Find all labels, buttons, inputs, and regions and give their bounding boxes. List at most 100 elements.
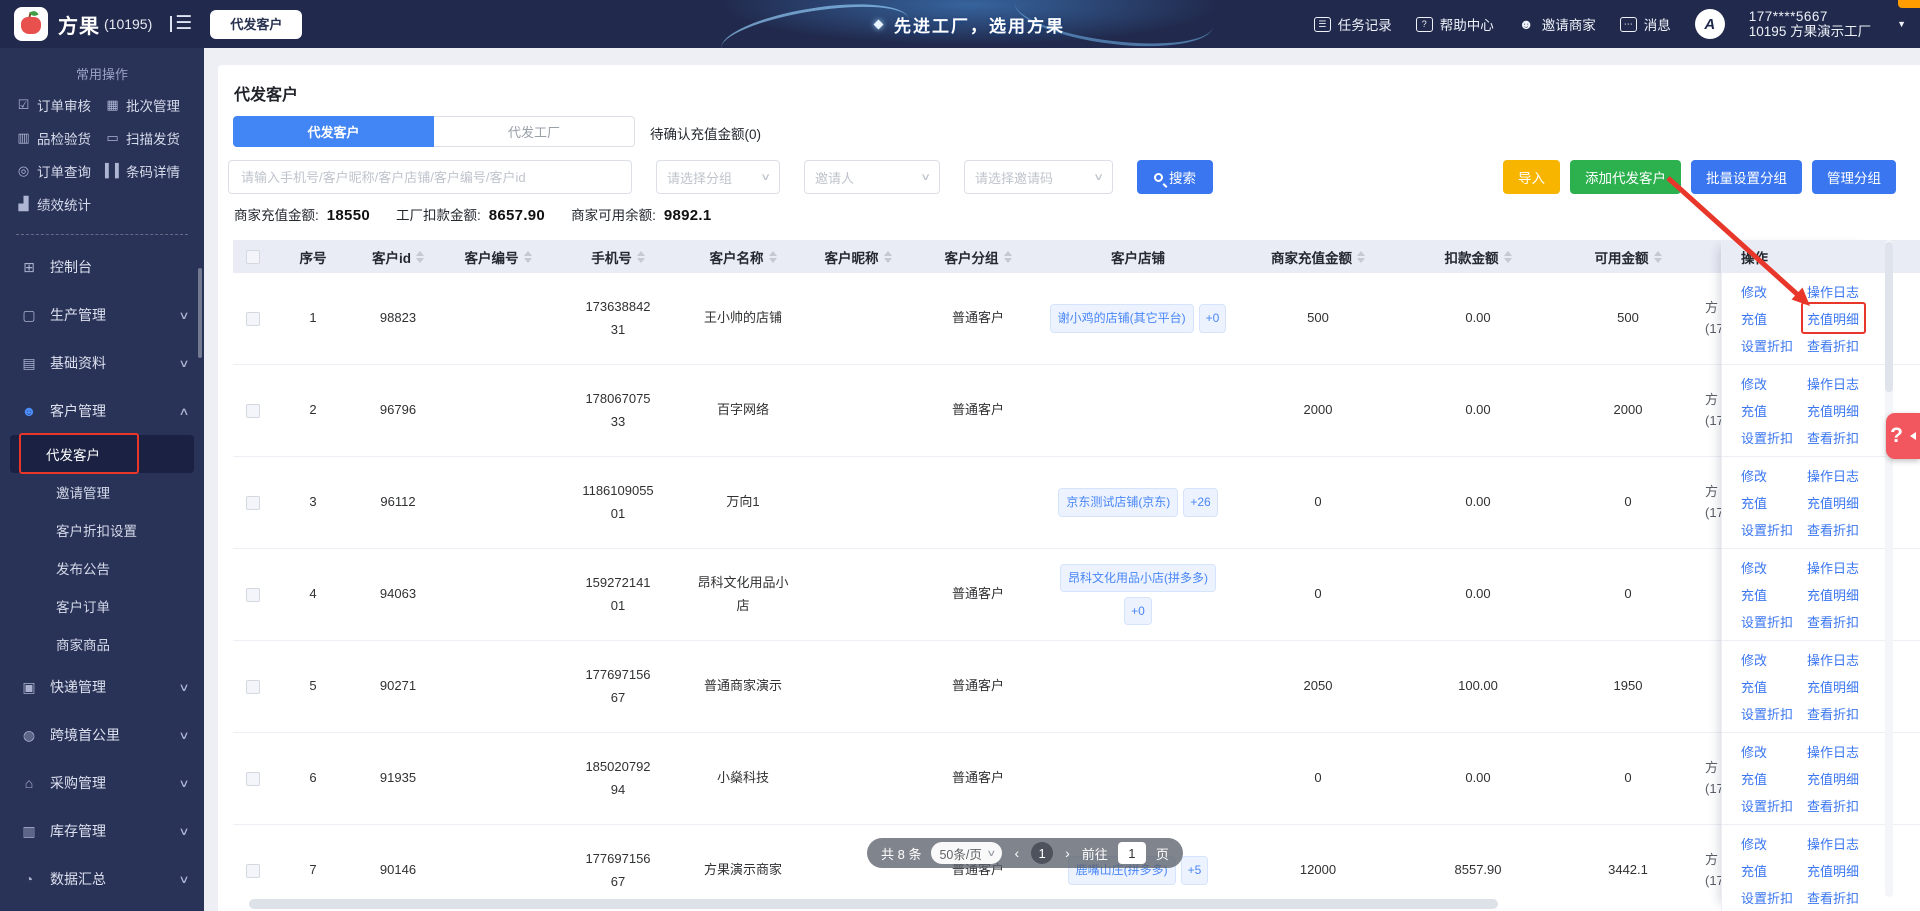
recharge-link[interactable]: 充值 [1741,861,1767,880]
recharge-detail-link[interactable]: 充值明细 [1807,585,1859,604]
sort-icon[interactable] [1653,247,1662,267]
sidebar-item-customer[interactable]: ☻ 客户管理 ∧ [0,387,204,435]
edit-link[interactable]: 修改 [1741,558,1767,577]
goto-page-input[interactable]: 1 [1117,842,1146,864]
set-discount-link[interactable]: 设置折扣 [1741,612,1793,631]
set-discount-link[interactable]: 设置折扣 [1741,888,1793,907]
sidebar-item-dashboard[interactable]: ⊞ 控制台 [0,243,204,291]
recharge-detail-link[interactable]: 充值明细 [1800,302,1867,334]
sort-icon[interactable] [883,247,892,267]
sidebar-item-base-data[interactable]: ▤ 基础资料 ∨ [0,339,204,387]
recharge-link[interactable]: 充值 [1741,401,1767,420]
row-checkbox[interactable] [246,311,260,326]
recharge-detail-link[interactable]: 充值明细 [1807,401,1859,420]
topbar-open-tab[interactable]: 代发客户 [210,9,303,39]
current-page[interactable]: 1 [1031,842,1054,864]
row-checkbox[interactable] [246,863,260,878]
sidebar-item-inventory[interactable]: ▥ 库存管理 ∨ [0,807,204,855]
invite-code-select[interactable]: 请选择邀请码 ∨ [964,160,1113,194]
page-size-select[interactable]: 50条/页 ∨ [931,842,1003,864]
edit-link[interactable]: 修改 [1741,742,1767,761]
sidebar-item-purchase[interactable]: ⌂ 采购管理 ∨ [0,759,204,807]
op-log-link[interactable]: 操作日志 [1807,558,1859,577]
view-discount-link[interactable]: 查看折扣 [1807,428,1859,447]
task-log-button[interactable]: ☰ 任务记录 [1313,14,1392,34]
op-log-link[interactable]: 操作日志 [1807,466,1859,485]
search-button[interactable]: 搜索 [1137,160,1213,194]
recharge-link[interactable]: 充值 [1741,309,1767,328]
set-discount-link[interactable]: 设置折扣 [1741,520,1793,539]
sort-icon[interactable] [1357,247,1365,267]
row-checkbox[interactable] [246,679,260,694]
shop-tag[interactable]: 京东测试店铺(京东) [1058,488,1179,517]
sort-icon[interactable] [523,247,532,267]
import-button[interactable]: 导入 [1503,160,1560,194]
row-checkbox[interactable] [246,587,260,602]
sidebar-subitem-item[interactable]: 客户订单 [10,587,194,625]
op-log-link[interactable]: 操作日志 [1807,650,1859,669]
group-select[interactable]: 请选择分组 ∨ [656,160,780,194]
quick-action-scan-ship[interactable]: ▭ 扫描发货 [105,128,194,148]
recharge-detail-link[interactable]: 充值明细 [1807,769,1859,788]
next-page-button[interactable]: › [1063,845,1072,861]
shop-more-tag[interactable]: +0 [1198,304,1227,333]
quick-action-order-audit[interactable]: ☑ 订单审核 [16,95,105,115]
sort-icon[interactable] [1003,247,1012,267]
view-discount-link[interactable]: 查看折扣 [1807,336,1859,355]
sidebar-subitem-item[interactable]: 邀请管理 [10,473,194,511]
recharge-link[interactable]: 充值 [1741,677,1767,696]
op-log-link[interactable]: 操作日志 [1807,282,1859,301]
sidebar-item-production[interactable]: ▢ 生产管理 ∨ [0,291,204,339]
sort-icon[interactable] [1503,247,1512,267]
set-discount-link[interactable]: 设置折扣 [1741,796,1793,815]
sidebar-item-cross-border[interactable]: ◍ 跨境首公里 ∨ [0,711,204,759]
set-discount-link[interactable]: 设置折扣 [1741,428,1793,447]
row-checkbox[interactable] [246,403,260,418]
horizontal-scrollbar-thumb[interactable] [249,899,1498,909]
select-all-checkbox[interactable] [246,249,260,264]
batch-set-group-button[interactable]: 批量设置分组 [1691,160,1802,194]
user-avatar[interactable]: A [1694,9,1725,39]
shop-more-tag[interactable]: +0 [1124,597,1152,626]
edit-link[interactable]: 修改 [1741,466,1767,485]
sort-icon[interactable] [768,247,777,267]
recharge-detail-link[interactable]: 充值明细 [1807,861,1859,880]
sidebar-subitem-dropship-customer-active[interactable]: 代发客户 [10,433,194,474]
view-discount-link[interactable]: 查看折扣 [1807,704,1859,723]
row-checkbox[interactable] [246,771,260,786]
view-discount-link[interactable]: 查看折扣 [1807,888,1859,907]
manage-group-button[interactable]: 管理分组 [1812,160,1896,194]
sidebar-subitem-item[interactable]: 商家商品 [10,625,194,663]
op-log-link[interactable]: 操作日志 [1807,374,1859,393]
edit-link[interactable]: 修改 [1741,282,1767,301]
help-center-button[interactable]: ? 帮助中心 [1415,14,1494,34]
view-discount-link[interactable]: 查看折扣 [1807,796,1859,815]
messages-button[interactable]: ⋯ 消息 [1619,14,1671,34]
recharge-detail-link[interactable]: 充值明细 [1807,493,1859,512]
recharge-link[interactable]: 充值 [1741,585,1767,604]
sidebar-collapse-icon[interactable]: ☰ [170,14,192,33]
shop-more-tag[interactable]: +5 [1180,856,1209,885]
add-customer-button[interactable]: 添加代发客户 [1570,160,1681,194]
chevron-down-icon[interactable]: ▼ [1897,19,1906,29]
row-checkbox[interactable] [246,495,260,510]
tab-dropship-factory[interactable]: 代发工厂 [434,116,635,147]
view-discount-link[interactable]: 查看折扣 [1807,520,1859,539]
recharge-link[interactable]: 充值 [1741,769,1767,788]
shop-tag[interactable]: 谢小鸡的店铺(其它平台) [1049,304,1194,333]
quick-action-performance-stats[interactable]: ▟ 绩效统计 [16,194,105,214]
edit-link[interactable]: 修改 [1741,650,1767,669]
quick-action-order-query[interactable]: ◎ 订单查询 [16,161,105,181]
vertical-scrollbar-thumb[interactable] [1885,242,1893,392]
sidebar-subitem-item[interactable]: 发布公告 [10,549,194,587]
tab-dropship-customer[interactable]: 代发客户 [233,116,434,147]
edit-link[interactable]: 修改 [1741,834,1767,853]
recharge-detail-link[interactable]: 充值明细 [1807,677,1859,696]
inviter-select[interactable]: 邀请人 ∨ [804,160,940,194]
sidebar-scrollbar[interactable] [198,268,202,358]
sidebar-item-data-summary[interactable]: ◔ 数据汇总 ∨ [0,855,204,903]
view-discount-link[interactable]: 查看折扣 [1807,612,1859,631]
quick-action-batch-manage[interactable]: ▦ 批次管理 [105,95,194,115]
sidebar-item-express[interactable]: ▣ 快递管理 ∨ [0,663,204,711]
op-log-link[interactable]: 操作日志 [1807,742,1859,761]
